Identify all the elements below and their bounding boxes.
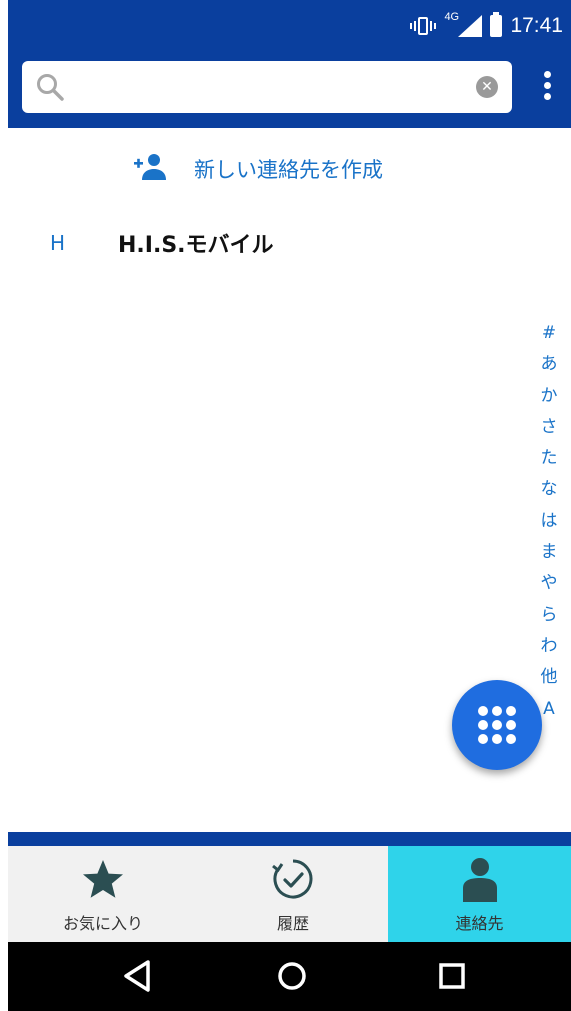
battery-icon — [490, 12, 503, 37]
more-options-icon[interactable] — [541, 71, 553, 103]
add-person-icon — [134, 154, 166, 180]
search-input[interactable] — [78, 69, 458, 105]
tab-favorites[interactable]: お気に入り — [8, 846, 198, 942]
index-item[interactable]: や — [541, 568, 558, 599]
vibrate-icon — [410, 15, 437, 37]
search-icon — [37, 74, 64, 101]
clear-search-icon[interactable]: ✕ — [476, 76, 498, 98]
tab-label: 連絡先 — [455, 914, 504, 933]
system-navigation-bar — [8, 942, 571, 1011]
status-bar: 4G 17:41 — [8, 0, 571, 58]
index-item[interactable]: あ — [541, 349, 558, 380]
index-item[interactable]: は — [541, 506, 558, 537]
index-item[interactable]: な — [541, 474, 558, 505]
create-contact-row[interactable]: 新しい連絡先を作成 — [8, 140, 571, 196]
index-item[interactable]: さ — [541, 412, 558, 443]
bottom-nav-divider — [8, 832, 571, 846]
star-icon — [83, 860, 123, 898]
index-item[interactable]: ら — [541, 600, 558, 631]
signal-icon — [458, 15, 483, 37]
index-scrollbar[interactable]: # あ か さ た な は ま や ら わ 他 A — [532, 318, 566, 725]
create-contact-label: 新しい連絡先を作成 — [194, 158, 383, 182]
contact-list-item[interactable]: H H.I.S.モバイル — [8, 216, 528, 272]
contact-name: H.I.S.モバイル — [118, 233, 274, 258]
tab-history[interactable]: 履歴 — [198, 846, 388, 942]
index-item[interactable]: A — [543, 694, 555, 725]
recent-apps-icon[interactable] — [432, 956, 472, 996]
app-bar: ✕ — [8, 58, 571, 128]
tab-label: 履歴 — [276, 914, 309, 933]
home-icon[interactable] — [272, 956, 312, 996]
back-icon[interactable] — [118, 956, 158, 996]
bottom-navigation: お気に入り 履歴 連絡先 — [8, 846, 571, 942]
index-item[interactable]: わ — [541, 631, 558, 662]
dialpad-fab-button[interactable] — [452, 680, 542, 770]
person-icon — [462, 858, 497, 902]
status-icons: 4G 17:41 — [410, 11, 563, 38]
index-item[interactable]: # — [542, 318, 556, 349]
network-type-label: 4G — [444, 11, 460, 23]
index-item[interactable]: 他 — [541, 662, 558, 693]
search-box[interactable]: ✕ — [22, 61, 512, 113]
index-item[interactable]: た — [541, 443, 558, 474]
section-letter: H — [50, 231, 66, 255]
tab-label: お気に入り — [62, 914, 143, 933]
index-item[interactable]: ま — [541, 537, 558, 568]
signal-indicator: 4G — [444, 11, 483, 37]
tab-contacts[interactable]: 連絡先 — [388, 846, 571, 942]
dialpad-icon — [478, 706, 516, 744]
clock-icon — [272, 859, 313, 899]
contacts-screen: 4G 17:41 ✕ 新しい連絡先を作成 H H.I.S.モバイル # あ か … — [8, 0, 571, 1011]
status-time: 17:41 — [510, 14, 563, 37]
index-item[interactable]: か — [541, 381, 558, 412]
